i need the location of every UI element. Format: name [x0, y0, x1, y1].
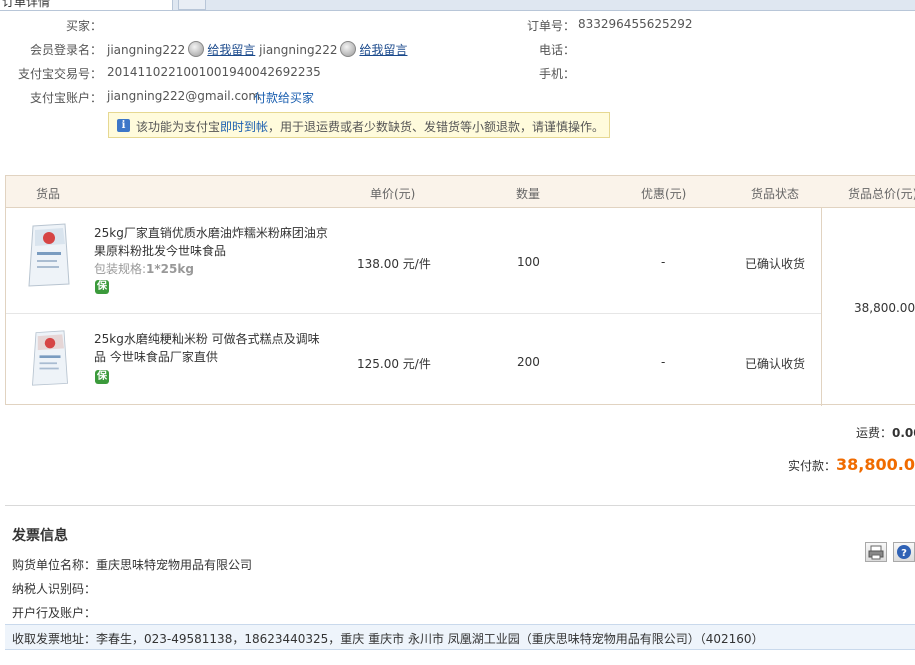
alipay-trade-no: 2014110221001001940042692235 [107, 65, 321, 79]
unit-price-2: 125.00 元/件 [357, 357, 431, 371]
member-name: jiangning222 [107, 43, 186, 57]
invoice-company: 购货单位名称：重庆思味特宠物用品有限公司 [12, 556, 252, 573]
col-goods: 货品 [36, 187, 61, 201]
info-icon: i [117, 119, 130, 132]
phone-label: 电话： [538, 43, 575, 57]
unit-price: 138.00 元/件 [357, 257, 431, 271]
col-total: 货品总价(元) [848, 187, 915, 201]
paid-value: 38,800.00 [836, 455, 915, 474]
refund-notice: i 该功能为支付宝即时到帐，用于退运费或者少数缺货、发错货等小额退款，请谨慎操作… [108, 112, 610, 138]
taxpayer-label: 纳税人识别码： [12, 582, 97, 596]
freight-value: 0.00 [892, 426, 915, 440]
buyer-label: 买家： [65, 19, 102, 33]
col-discount: 优惠(元) [641, 187, 687, 201]
guarantee-badge-2: 保 [95, 370, 109, 384]
company-label: 购货单位名称： [12, 558, 97, 572]
goods-status: 已确认收货 [745, 257, 806, 271]
freight: 运费：0.00 [856, 424, 915, 441]
leave-message-link-2[interactable]: 给我留言 [359, 43, 407, 57]
print-button[interactable] [865, 542, 887, 562]
alipay-trade-label: 支付宝交易号： [17, 67, 102, 81]
goods-total: 38,800.00 [854, 301, 915, 315]
tab-strip: 订单详情 [0, 0, 915, 11]
paid-label: 实付款： [788, 459, 837, 473]
col-status: 货品状态 [751, 187, 800, 201]
alipay-account-label: 支付宝账户： [29, 91, 102, 105]
pay-buyer-link[interactable]: 付款给买家 [254, 89, 314, 106]
wangwang-icon-2[interactable] [340, 41, 357, 57]
goods-table: 货品 单价(元) 数量 优惠(元) 货品状态 货品总价(元) 25kg厂家直销优… [5, 175, 915, 406]
mobile-label: 手机： [538, 67, 575, 81]
discount: - [661, 255, 666, 269]
guarantee-badge: 保 [95, 280, 109, 294]
wangwang-icon[interactable] [188, 41, 205, 57]
tab-next[interactable] [178, 0, 206, 10]
help-button[interactable]: ? [893, 542, 915, 562]
help-icon: ? [897, 545, 911, 559]
row-divider [6, 313, 821, 314]
paid-amount: 实付款：38,800.00 [788, 455, 915, 474]
table-header: 货品 单价(元) 数量 优惠(元) 货品状态 货品总价(元) [6, 176, 915, 208]
order-no: 833296455625292 [578, 17, 693, 31]
quantity: 100 [517, 255, 540, 269]
address-label: 收取发票地址： [12, 632, 97, 646]
member-name-2: jiangning222 [259, 43, 338, 57]
invoice-address-row: 收取发票地址：李春生，023-49581138，18623440325，重庆 重… [5, 624, 915, 650]
section-divider [5, 505, 915, 506]
leave-message-link[interactable]: 给我留言 [207, 43, 255, 57]
svg-text:?: ? [901, 548, 907, 559]
instant-transfer-link[interactable]: 即时到帐 [220, 120, 268, 134]
invoice-title: 发票信息 [12, 528, 68, 544]
company-value: 重庆思味特宠物用品有限公司 [96, 558, 253, 572]
total-column-divider [821, 207, 822, 406]
freight-label: 运费： [856, 426, 893, 440]
quantity-2: 200 [517, 355, 540, 369]
discount-2: - [661, 355, 666, 369]
product-name-link-2[interactable]: 25kg水磨纯粳籼米粉 可做各式糕点及调味品 今世味食品厂家直供 [94, 330, 329, 366]
product-image[interactable] [25, 222, 73, 288]
tab-order-detail[interactable]: 订单详情 [0, 0, 173, 10]
notice-text: 该功能为支付宝即时到帐，用于退运费或者少数缺货、发错货等小额退款，请谨慎操作。 [136, 120, 605, 134]
printer-icon [868, 545, 884, 560]
col-quantity: 数量 [516, 187, 541, 201]
product-spec: 包装规格:1*25kg [94, 262, 194, 276]
bank-label: 开户行及账户： [12, 606, 97, 620]
col-unit-price: 单价(元) [370, 187, 416, 201]
member-info: jiangning222 给我留言 jiangning222 给我留言 [107, 41, 407, 58]
member-name-label: 会员登录名： [29, 43, 102, 57]
goods-status-2: 已确认收货 [745, 357, 806, 371]
product-name-link[interactable]: 25kg厂家直销优质水磨油炸糯米粉麻团油京果原料粉批发今世味食品 [94, 224, 334, 260]
order-no-label: 订单号： [526, 19, 575, 33]
invoice-address: 收取发票地址：李春生，023-49581138，18623440325，重庆 重… [12, 630, 764, 647]
address-value: 李春生，023-49581138，18623440325，重庆 重庆市 永川市 … [96, 632, 764, 646]
alipay-account: jiangning222@gmail.com [107, 89, 261, 103]
product-image-2[interactable] [29, 328, 71, 388]
